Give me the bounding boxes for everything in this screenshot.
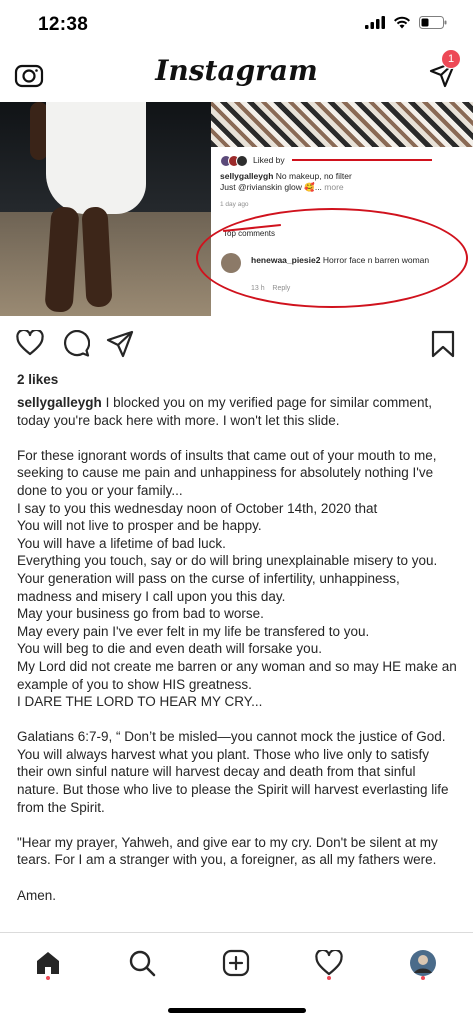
post-actions [0, 320, 473, 366]
caption-paragraph-galatians: Galatians 6:7-9, “ Don’t be misled—you c… [17, 729, 449, 815]
caption-line: You will not live to prosper and be happ… [17, 518, 262, 534]
embedded-caption: sellygalleygh No makeup, no filter Just … [220, 171, 465, 193]
heart-icon [16, 328, 44, 356]
liker-avatars [220, 155, 248, 167]
activity-dot [327, 976, 331, 980]
embedded-caption-suffix: glow 🥰... [284, 182, 322, 192]
caption-line: May every pain I've ever felt in my life… [17, 623, 370, 639]
activity-icon [315, 950, 343, 976]
red-scribble [291, 159, 432, 161]
caption-line: I say to you this wednesday noon of Octo… [17, 500, 378, 516]
caption-line: My Lord did not create me barren or any … [17, 658, 457, 692]
caption-line: You will have a lifetime of bad luck. [17, 535, 226, 551]
like-button[interactable] [16, 328, 44, 361]
caption-line: Everything you touch, say or do will bri… [17, 553, 438, 569]
status-icons [365, 16, 447, 29]
caption-paragraph-prayer: "Hear my prayer, Yahweh, and give ear to… [17, 834, 438, 868]
caption-amen: Amen. [17, 887, 57, 903]
caption-line: You will beg to die and even death will … [17, 641, 322, 657]
red-highlight-circle [196, 208, 468, 308]
status-time: 12:38 [38, 14, 89, 35]
nav-search[interactable] [124, 945, 160, 981]
embedded-caption-user: sellygalleygh [220, 171, 274, 181]
caption-username[interactable]: sellygalleygh [17, 395, 102, 410]
share-icon [106, 330, 134, 358]
instagram-logo: Instagram [155, 54, 318, 87]
signal-icon [365, 16, 385, 29]
embedded-timestamp: 1 day ago [220, 201, 249, 208]
app-header: Instagram 1 [0, 49, 473, 102]
embedded-caption-line1: No makeup, no filter [275, 171, 352, 181]
photo-pattern [211, 102, 473, 147]
caption-line: Your generation will pass on the curse o… [17, 570, 400, 604]
photo-person [0, 102, 211, 316]
liked-by-row: Liked by [220, 155, 432, 167]
home-icon [37, 952, 59, 974]
search-icon [129, 950, 156, 977]
caption-intro: sellygalleygh I blocked you on my verifi… [17, 394, 457, 429]
wifi-icon [394, 16, 410, 29]
photo-leg [81, 206, 113, 308]
profile-dot [421, 976, 425, 980]
post-caption: sellygalleygh I blocked you on my verifi… [17, 394, 457, 904]
embedded-caption-mention: @rivianskin [237, 182, 283, 192]
caption-line: I DARE THE LORD TO HEAR MY CRY... [17, 694, 263, 710]
comment-icon [63, 330, 91, 357]
embedded-caption-more: more [324, 182, 344, 192]
home-active-dot [46, 976, 50, 980]
share-button[interactable] [106, 330, 134, 363]
profile-avatar [410, 950, 436, 976]
dm-count-badge: 1 [441, 49, 461, 69]
like-count[interactable]: 2 likes [17, 372, 58, 387]
home-indicator [168, 1008, 306, 1013]
post-image[interactable]: Liked by sellygalleygh No makeup, no fil… [0, 102, 473, 316]
photo-dress [46, 102, 146, 214]
save-button[interactable] [430, 330, 456, 363]
comment-button[interactable] [62, 330, 91, 363]
status-bar: 12:38 [0, 0, 473, 50]
embedded-caption-prefix: Just [220, 182, 236, 192]
nav-new-post[interactable] [218, 945, 254, 981]
caption-line: For these ignorant words of insults that… [17, 447, 437, 498]
liked-by-text: Liked by [253, 155, 285, 165]
caption-line: May your business go from bad to worse. [17, 606, 264, 622]
new-post-icon [222, 949, 250, 977]
bookmark-icon [431, 330, 455, 358]
battery-icon [419, 16, 447, 29]
